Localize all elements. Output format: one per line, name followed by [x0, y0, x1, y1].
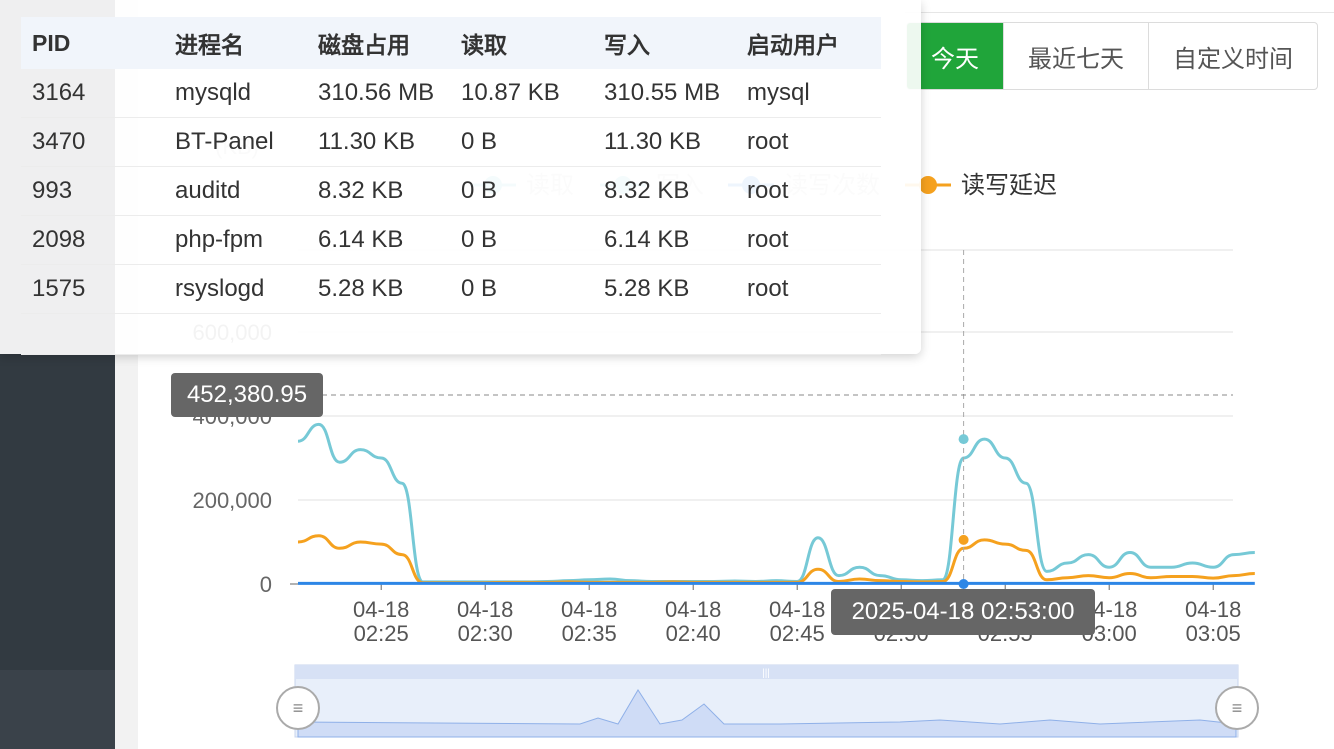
- cell-process-name: rsyslogd: [164, 264, 307, 314]
- x-tick-label: 04-18: [665, 597, 721, 622]
- x-tick-label: 03:05: [1186, 621, 1241, 646]
- cell-disk-usage: 11.30 KB: [307, 117, 450, 167]
- cell-user: root: [736, 117, 881, 167]
- x-tick-label: 04-18: [1185, 597, 1241, 622]
- series-line-读写延迟: [297, 534, 1255, 585]
- legend-marker[interactable]: [919, 176, 937, 194]
- x-tick-label: 04-18: [769, 597, 825, 622]
- header-pid: PID: [21, 17, 164, 69]
- cell-user: root: [736, 215, 881, 265]
- x-tick-label: 02:35: [562, 621, 617, 646]
- highlight-point: [958, 434, 969, 445]
- cell-write: 6.14 KB: [593, 215, 736, 265]
- cell-pid: 1575: [21, 264, 164, 314]
- table-row: 3164 mysqld 310.56 MB 10.87 KB 310.55 MB…: [21, 69, 881, 118]
- table-row: 1575 rsyslogd 5.28 KB 0 B 5.28 KB root: [21, 264, 881, 314]
- table-row: 993 auditd 8.32 KB 0 B 8.32 KB root: [21, 166, 881, 216]
- cell-disk-usage: 6.14 KB: [307, 215, 450, 265]
- cell-pid: 993: [21, 166, 164, 216]
- cell-pid: 2098: [21, 215, 164, 265]
- time-tooltip-text: 2025-04-18 02:53:00: [852, 598, 1075, 625]
- header-disk-usage: 磁盘占用: [307, 17, 450, 69]
- y-tick-label: 0: [260, 572, 272, 597]
- cell-read: 0 B: [450, 117, 593, 167]
- cell-process-name: php-fpm: [164, 215, 307, 265]
- x-tick-label: 04-18: [561, 597, 617, 622]
- process-disk-popup: PID 进程名 磁盘占用 读取 写入 启动用户 3164 mysqld 310.…: [0, 0, 921, 355]
- cell-read: 0 B: [450, 264, 593, 314]
- highlight-point: [958, 579, 969, 589]
- cell-read: 0 B: [450, 166, 593, 216]
- cell-pid: 3164: [21, 69, 164, 118]
- drag-handle-icon: ≡: [1232, 698, 1243, 718]
- y-readout-text: 452,380.95: [187, 381, 307, 408]
- x-tick-label: 02:25: [354, 621, 409, 646]
- cell-disk-usage: 310.56 MB: [307, 69, 450, 118]
- header-user: 启动用户: [736, 17, 881, 69]
- empty-cell: [21, 313, 881, 355]
- series-line-写入: [297, 422, 1255, 584]
- x-tick-label: 04-18: [457, 597, 513, 622]
- cell-user: root: [736, 264, 881, 314]
- cell-user: mysql: [736, 69, 881, 118]
- y-tick-label: 200,000: [192, 488, 272, 513]
- process-table: PID 进程名 磁盘占用 读取 写入 启动用户 3164 mysqld 310.…: [21, 17, 881, 355]
- cell-disk-usage: 8.32 KB: [307, 166, 450, 216]
- cell-write: 5.28 KB: [593, 264, 736, 314]
- process-table-header: PID 进程名 磁盘占用 读取 写入 启动用户: [21, 17, 881, 69]
- cell-write: 310.55 MB: [593, 69, 736, 118]
- cell-write: 11.30 KB: [593, 117, 736, 167]
- cell-process-name: auditd: [164, 166, 307, 216]
- zoom-grip-icon: |||: [762, 668, 770, 679]
- header-process-name: 进程名: [164, 17, 307, 69]
- drag-handle-icon: ≡: [293, 698, 304, 718]
- cell-read: 0 B: [450, 215, 593, 265]
- header-write: 写入: [593, 17, 736, 69]
- cell-read: 10.87 KB: [450, 69, 593, 118]
- cell-pid: 3470: [21, 117, 164, 167]
- legend-label: 读写延迟: [961, 172, 1057, 199]
- highlight-point: [958, 534, 969, 545]
- cell-write: 8.32 KB: [593, 166, 736, 216]
- x-tick-label: 04-18: [353, 597, 409, 622]
- cell-user: root: [736, 166, 881, 216]
- table-row: [21, 313, 881, 355]
- cell-disk-usage: 5.28 KB: [307, 264, 450, 314]
- cell-process-name: BT-Panel: [164, 117, 307, 167]
- cell-process-name: mysqld: [164, 69, 307, 118]
- x-tick-label: 02:30: [458, 621, 513, 646]
- x-tick-label: 02:40: [666, 621, 721, 646]
- table-row: 3470 BT-Panel 11.30 KB 0 B 11.30 KB root: [21, 117, 881, 167]
- header-read: 读取: [450, 17, 593, 69]
- x-tick-label: 02:45: [770, 621, 825, 646]
- table-row: 2098 php-fpm 6.14 KB 0 B 6.14 KB root: [21, 215, 881, 265]
